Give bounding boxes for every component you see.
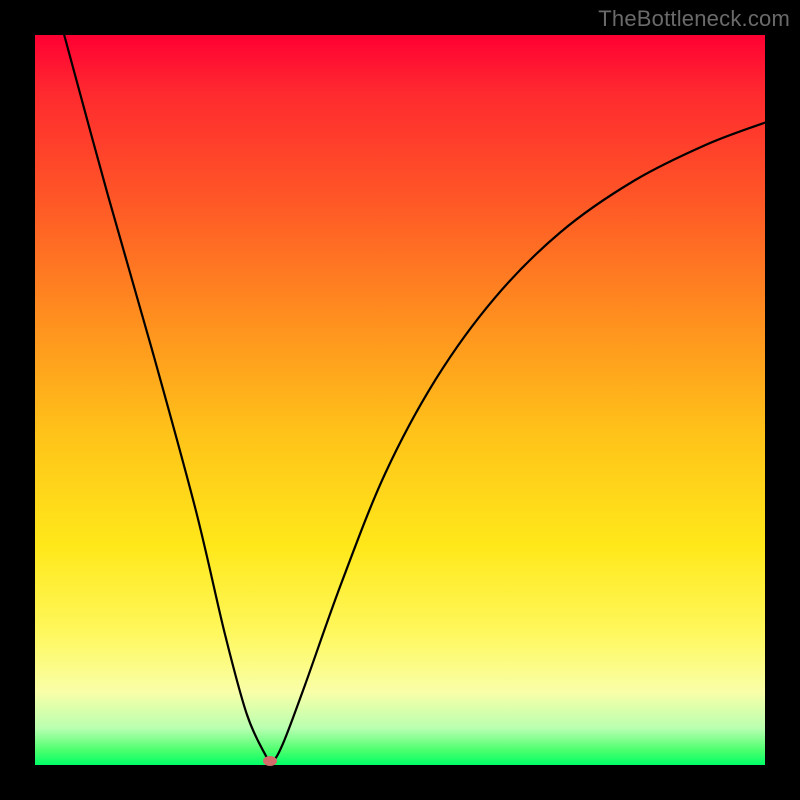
chart-curve-svg xyxy=(35,35,765,765)
chart-min-marker xyxy=(263,756,277,766)
watermark-text: TheBottleneck.com xyxy=(598,6,790,32)
chart-frame: TheBottleneck.com xyxy=(0,0,800,800)
chart-curve-path xyxy=(64,35,765,762)
chart-plot-area xyxy=(35,35,765,765)
